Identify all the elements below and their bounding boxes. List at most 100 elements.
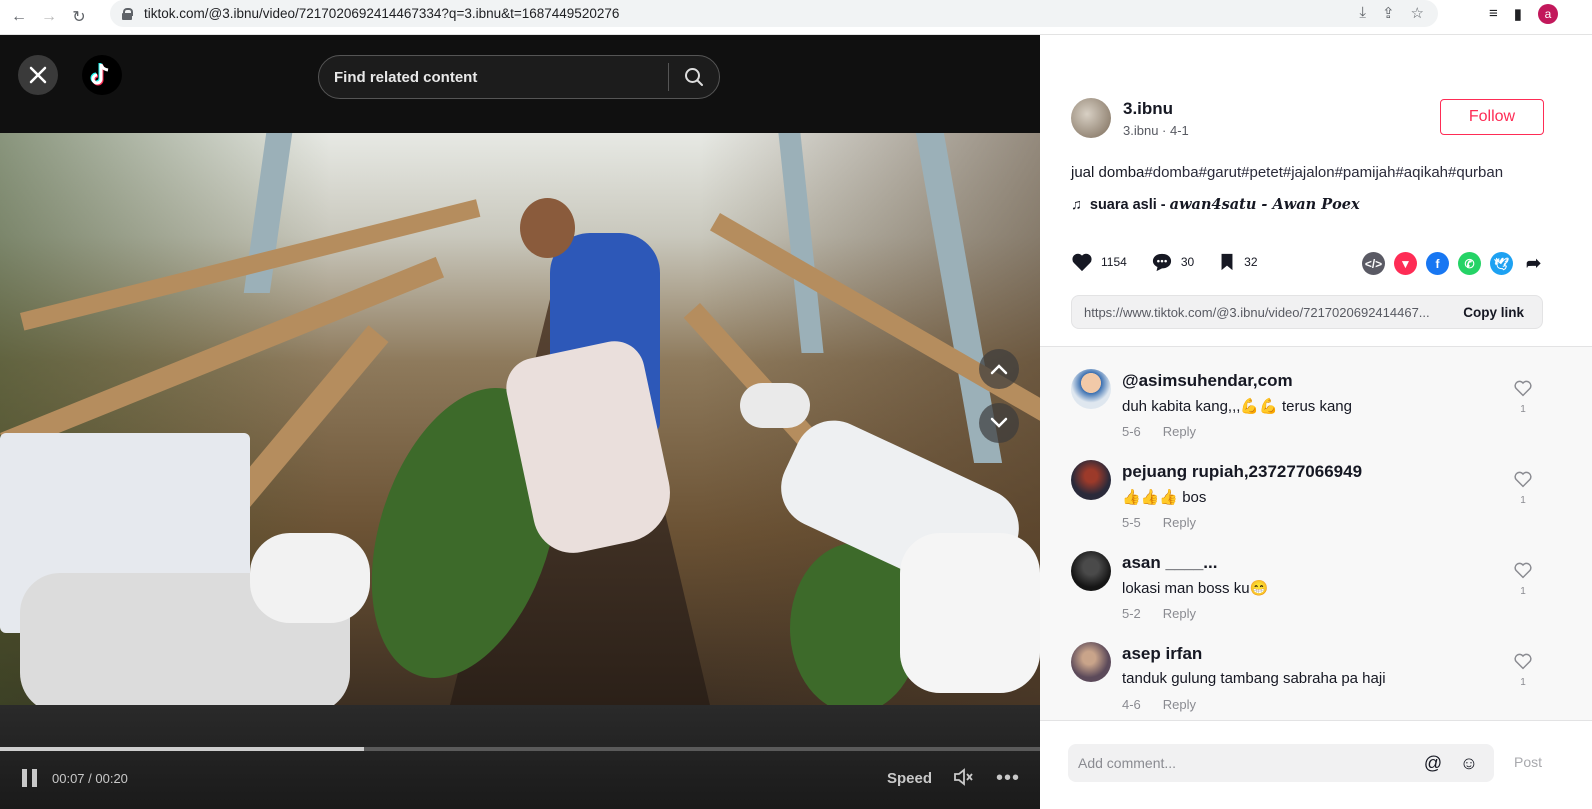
follow-button[interactable]: Follow [1440, 99, 1544, 135]
tiktok-logo[interactable] [82, 55, 122, 95]
author-username[interactable]: 3.ibnu [1123, 99, 1189, 119]
comment-date: 4-6 [1122, 697, 1141, 712]
share-arrow-icon[interactable]: ➦ [1522, 252, 1545, 275]
comment-like-button[interactable]: 1 [1513, 379, 1533, 415]
heart-outline-icon [1514, 653, 1532, 670]
search-icon [685, 68, 703, 86]
speed-button[interactable]: Speed [887, 770, 932, 787]
video-controls: 00:07 / 00:20 Speed ••• [0, 763, 1040, 793]
comment-like-button[interactable]: 1 [1513, 652, 1533, 688]
comment-text: 👍👍👍 bos [1122, 489, 1207, 506]
hashtag-link[interactable]: #petet [1241, 164, 1283, 181]
copy-link-button[interactable]: Copy link [1463, 305, 1524, 320]
video-link[interactable]: https://www.tiktok.com/@3.ibnu/video/721… [1084, 305, 1448, 320]
hashtag-link[interactable]: #domba [1144, 164, 1198, 181]
hashtag-link[interactable]: #aqikah [1395, 164, 1448, 181]
video-frame[interactable] [0, 133, 1040, 705]
forward-icon[interactable]: → [38, 6, 60, 28]
comment-input[interactable] [1068, 755, 1422, 771]
embed-icon[interactable]: </> [1362, 252, 1385, 275]
comment-like-count: 1 [1520, 586, 1526, 597]
twitter-icon[interactable]: 🕊 [1490, 252, 1513, 275]
share-page-icon[interactable]: ⇪ [1382, 4, 1395, 22]
close-button[interactable] [18, 55, 58, 95]
search-input[interactable] [319, 68, 668, 86]
lock-icon [122, 7, 133, 20]
media-control-icon[interactable]: ≡ [1489, 5, 1498, 22]
whatsapp-icon[interactable]: ✆ [1458, 252, 1481, 275]
heart-icon [1072, 253, 1092, 272]
side-panel-icon[interactable]: ▮ [1514, 5, 1522, 23]
pause-icon[interactable] [22, 769, 40, 787]
video-controls-background [0, 705, 1040, 809]
comment-like-count: 1 [1520, 677, 1526, 688]
music-label: suara asli - [1089, 197, 1170, 213]
comment-like-count: 1 [1520, 404, 1526, 415]
comment-date: 5-2 [1122, 606, 1141, 621]
video-time: 00:07 / 00:20 [52, 770, 128, 786]
commenter-avatar[interactable] [1071, 369, 1111, 409]
commenter-username[interactable]: asan ____... [1122, 553, 1217, 573]
comment-like-button[interactable]: 1 [1513, 470, 1533, 506]
save-count: 32 [1244, 255, 1258, 269]
hashtag-link[interactable]: #pamijah [1335, 164, 1396, 181]
mention-icon[interactable]: @ [1422, 752, 1444, 774]
profile-avatar[interactable]: a [1538, 3, 1558, 24]
commenter-username[interactable]: pejuang rupiah,237277066949 [1122, 462, 1362, 482]
copy-link-box: https://www.tiktok.com/@3.ibnu/video/721… [1071, 295, 1543, 329]
commenter-avatar[interactable] [1071, 642, 1111, 682]
author-avatar[interactable] [1071, 98, 1111, 138]
reload-icon[interactable]: ↻ [68, 6, 90, 28]
volume-icon[interactable] [953, 767, 975, 792]
install-app-icon[interactable]: ⤓ [1359, 4, 1366, 22]
url-text[interactable]: tiktok.com/@3.ibnu/video/721702069241446… [144, 6, 619, 21]
facebook-icon[interactable]: f [1426, 252, 1449, 275]
music-link[interactable]: ♫ suara asli - 𝒂𝒘𝒂𝒏4𝒔𝒂𝒕𝒖 - 𝑨𝒘𝒂𝒏 𝑷𝒐𝒆𝒙 [1071, 196, 1360, 213]
commenter-avatar[interactable] [1071, 551, 1111, 591]
comment-like-count: 1 [1520, 495, 1526, 506]
reply-button[interactable]: Reply [1163, 606, 1196, 621]
emoji-icon[interactable]: ☺ [1458, 752, 1480, 774]
previous-video-button[interactable] [979, 349, 1019, 389]
save-button[interactable]: 32 [1218, 252, 1258, 272]
comment-item: pejuang rupiah,237277066949 👍👍👍 bos 5-5 R… [1071, 460, 1551, 550]
chevron-up-icon [990, 364, 1008, 375]
comment-count: 30 [1180, 255, 1195, 269]
hashtag-link[interactable]: #jajalon [1283, 164, 1335, 181]
send-to-friends-icon[interactable]: ▼ [1394, 252, 1417, 275]
comment-date: 5-6 [1122, 424, 1141, 439]
next-video-button[interactable] [979, 403, 1019, 443]
like-button[interactable]: 1154 [1071, 252, 1127, 272]
comment-item: @asimsuhendar,com duh kabita kang,,,💪💪 t… [1071, 369, 1551, 459]
back-icon[interactable]: ← [8, 6, 30, 28]
comment-text: tanduk gulung tambang sabraha pa haji [1122, 670, 1386, 687]
like-count: 1154 [1101, 255, 1127, 269]
comment-icon [1152, 253, 1171, 272]
commenter-avatar[interactable] [1071, 460, 1111, 500]
tiktok-logo-icon [90, 63, 109, 86]
commenter-username[interactable]: @asimsuhendar,com [1122, 371, 1293, 391]
hashtag-link[interactable]: #qurban [1448, 164, 1503, 181]
more-options-icon[interactable]: ••• [996, 767, 1020, 790]
reply-button[interactable]: Reply [1163, 697, 1196, 712]
description-text: jual domba [1071, 164, 1145, 181]
music-note-icon: ♫ [1071, 196, 1082, 213]
address-bar[interactable]: tiktok.com/@3.ibnu/video/721702069241446… [110, 0, 1438, 27]
comment-item: asan ____... lokasi man boss ku😁 5-2 Repl… [1071, 551, 1551, 641]
comment-box: @ ☺ [1068, 744, 1494, 782]
comment-button[interactable]: 30 [1151, 252, 1194, 272]
video-progress-fill [0, 747, 364, 751]
comment-like-button[interactable]: 1 [1513, 561, 1533, 597]
search-button[interactable] [669, 55, 719, 99]
author-subline: 3.ibnu · 4-1 [1123, 122, 1189, 138]
comment-text: lokasi man boss ku😁 [1122, 580, 1269, 597]
close-icon [29, 66, 47, 84]
hashtag-link[interactable]: #garut [1199, 164, 1242, 181]
reply-button[interactable]: Reply [1163, 424, 1196, 439]
post-button[interactable]: Post [1514, 754, 1542, 770]
bookmark-star-icon[interactable]: ☆ [1411, 4, 1424, 22]
commenter-username[interactable]: asep irfan [1122, 644, 1202, 664]
video-player[interactable]: 00:07 / 00:20 Speed ••• [0, 35, 1040, 809]
video-progress-bar[interactable] [0, 747, 1040, 751]
reply-button[interactable]: Reply [1163, 515, 1196, 530]
